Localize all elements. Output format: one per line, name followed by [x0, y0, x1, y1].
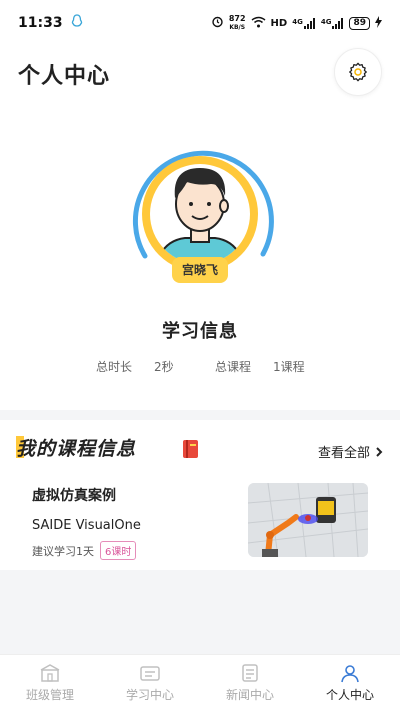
news-icon — [242, 664, 258, 682]
signal-2-label: 4G — [320, 17, 332, 26]
charging-icon — [375, 15, 382, 31]
my-courses-card: 我的课程信息 查看全部 虚拟仿真案例 SAIDE VisualOne 建议学习1… — [0, 420, 400, 570]
signal-1-label: 4G — [292, 17, 303, 26]
learning-info-title: 学习信息 — [162, 321, 238, 342]
alarm-icon — [211, 15, 224, 31]
tab-label: 学习中心 — [125, 688, 174, 702]
tab-label: 个人中心 — [325, 688, 374, 702]
total-courses-label: 总课程 — [215, 360, 252, 374]
signal-bars-icon — [303, 17, 315, 29]
class-icon — [40, 664, 60, 682]
status-right: 872 KB/S HD 4G 4G 89 — [211, 14, 382, 32]
page-title: 个人中心 — [18, 64, 111, 89]
status-time: 11:33 — [18, 15, 63, 31]
gear-icon — [349, 62, 367, 82]
bottom-tab-bar: 班级管理 学习中心 新闻中心 个人中心 — [0, 654, 400, 711]
signal-bars-icon — [332, 17, 344, 29]
tab-news-center[interactable]: 新闻中心 — [200, 655, 300, 711]
profile-header: 个人中心 宫晓飞 学习信息 总时长 2秒 总课程 1课程 — [0, 46, 400, 410]
signal-1: 4G — [292, 17, 316, 29]
signal-2: 4G — [320, 17, 345, 29]
view-all-label: 查看全部 — [317, 446, 370, 461]
total-time-label: 总时长 — [96, 360, 133, 374]
net-speed: 872 KB/S — [229, 14, 246, 32]
total-courses-value: 1课程 — [273, 360, 305, 374]
settings-button[interactable] — [334, 48, 382, 96]
study-icon — [140, 666, 160, 681]
my-courses-title: 我的课程信息 — [16, 438, 137, 460]
status-left: 11:33 — [18, 14, 83, 32]
qq-notification-icon — [71, 14, 83, 32]
tab-class-management[interactable]: 班级管理 — [0, 655, 100, 711]
course-subtitle: SAIDE VisualOne — [32, 518, 141, 533]
battery-indicator: 89 — [349, 16, 370, 30]
book-icon — [182, 439, 200, 459]
course-thumbnail[interactable] — [248, 483, 368, 557]
person-icon — [341, 665, 359, 683]
tab-label: 班级管理 — [25, 688, 74, 702]
status-bar: 11:33 872 KB/S HD 4G 4G 89 — [0, 0, 400, 46]
tab-study-center[interactable]: 学习中心 — [100, 655, 200, 711]
tab-personal-center[interactable]: 个人中心 — [300, 655, 400, 711]
lesson-count-badge: 6课时 — [100, 541, 137, 560]
course-name[interactable]: 虚拟仿真案例 — [32, 485, 116, 505]
user-name-badge: 宫晓飞 — [172, 257, 228, 283]
view-all-link[interactable]: 查看全部 — [318, 442, 384, 461]
wifi-icon — [251, 16, 266, 31]
net-speed-unit: KB/S — [229, 24, 246, 31]
net-speed-value: 872 — [228, 14, 246, 23]
hd-label: HD — [270, 17, 288, 29]
chevron-right-icon — [376, 446, 383, 457]
study-suggestion: 建议学习1天 — [32, 544, 94, 558]
course-meta: 建议学习1天 6课时 — [32, 541, 137, 560]
tab-label: 新闻中心 — [225, 688, 274, 702]
total-time-value: 2秒 — [154, 360, 174, 374]
